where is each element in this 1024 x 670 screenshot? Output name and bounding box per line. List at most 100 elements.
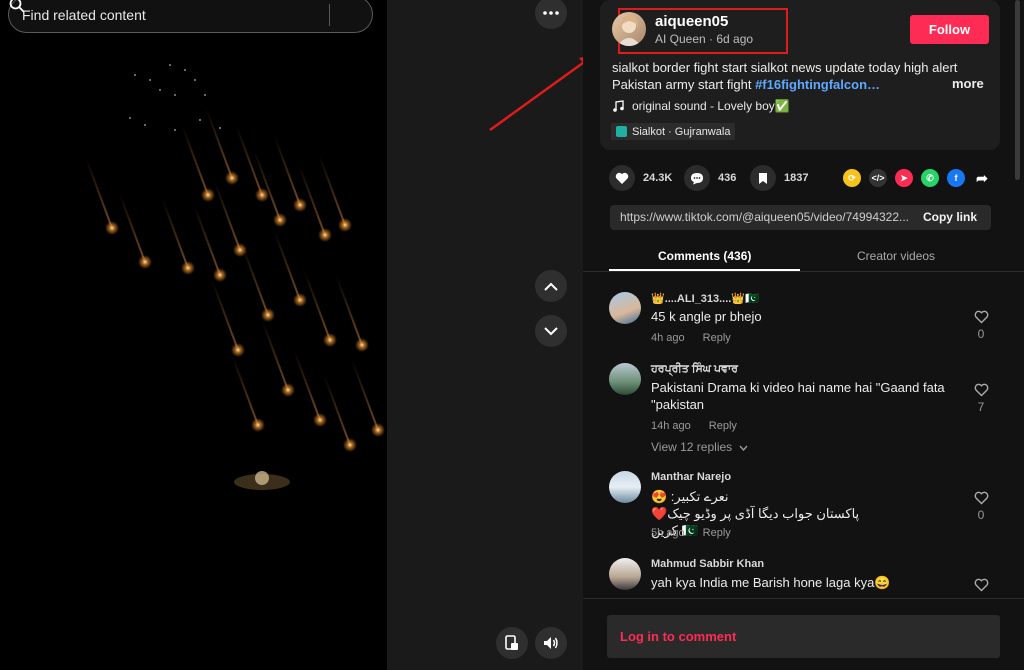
float-player-button[interactable] — [496, 627, 528, 659]
comment-stat[interactable]: 436 — [684, 165, 736, 191]
chevron-down-icon — [544, 326, 558, 335]
comment-meta: 5h ago Reply — [651, 527, 731, 539]
flare — [251, 418, 265, 432]
comment-like[interactable]: 7 — [971, 383, 991, 414]
comment-author[interactable]: Mahmud Sabbir Khan — [651, 558, 764, 570]
flare-trail — [273, 229, 301, 301]
flare — [105, 221, 119, 235]
comment-text: yah kya India me Barish hone laga kya😄 — [651, 575, 891, 590]
distant-light — [199, 119, 201, 121]
location-tag[interactable]: Sialkot · Gujranwala — [611, 123, 736, 140]
reply-button[interactable]: Reply — [709, 420, 737, 432]
author-avatar[interactable] — [612, 12, 646, 46]
flare — [181, 261, 195, 275]
save-count: 1837 — [784, 172, 809, 184]
distant-light — [149, 79, 151, 81]
distant-light — [184, 69, 186, 71]
flare-trail — [118, 191, 146, 263]
view-replies-label: View 12 replies — [651, 440, 733, 454]
comment-bubble-icon — [684, 165, 710, 191]
save-stat[interactable]: 1837 — [750, 165, 808, 191]
sound-label: original sound - Lovely boy✅ — [632, 99, 790, 113]
avatar[interactable] — [609, 471, 641, 503]
comment-like[interactable] — [971, 578, 991, 595]
view-replies-button[interactable]: View 12 replies — [651, 440, 748, 454]
sound-link[interactable]: original sound - Lovely boy✅ — [612, 99, 790, 113]
flare — [323, 333, 337, 347]
distant-light — [159, 89, 161, 91]
next-video-button[interactable] — [535, 315, 567, 347]
tab-comments[interactable]: Comments (436) — [658, 249, 751, 263]
video-caption: sialkot border fight start sialkot news … — [612, 59, 987, 93]
distant-light — [174, 94, 176, 96]
flare — [138, 255, 152, 269]
author-username[interactable]: aiqueen05 — [655, 13, 728, 30]
distant-light — [194, 79, 196, 81]
comment-like-count: 0 — [977, 327, 985, 341]
comment-meta: 14h ago Reply — [651, 420, 737, 432]
flare — [338, 218, 352, 232]
follow-button[interactable]: Follow — [910, 15, 989, 44]
caption-hashtag[interactable]: #f16fightingfalcon… — [755, 77, 880, 92]
send-to-friends-icon[interactable]: ➤ — [895, 169, 913, 187]
flare — [225, 171, 239, 185]
flare-trail — [323, 374, 351, 446]
flare — [261, 308, 275, 322]
bookmark-icon — [750, 165, 776, 191]
comment-author[interactable]: 👑....ALI_313....👑🇵🇰 — [651, 292, 759, 305]
heart-outline-icon — [974, 310, 988, 324]
flare — [355, 338, 369, 352]
video-link-bar: https://www.tiktok.com/@aiqueen05/video/… — [610, 205, 991, 230]
flare — [213, 268, 227, 282]
distant-light — [129, 117, 131, 119]
flare-trail — [261, 319, 289, 391]
comment-author[interactable]: Manthar Narejo — [651, 471, 731, 483]
flare-trail — [231, 354, 259, 426]
comment-like-count: 7 — [977, 400, 985, 414]
comment-like[interactable]: 0 — [971, 310, 991, 341]
tab-divider — [583, 271, 1024, 272]
chevron-down-icon — [738, 445, 748, 452]
facebook-icon[interactable]: f — [947, 169, 965, 187]
video-url: https://www.tiktok.com/@aiqueen05/video/… — [620, 210, 910, 224]
avatar[interactable] — [609, 292, 641, 324]
flare — [201, 188, 215, 202]
heart-outline-icon — [974, 491, 988, 505]
avatar[interactable] — [609, 363, 641, 395]
repost-icon[interactable]: ⟳ — [843, 169, 861, 187]
avatar[interactable] — [609, 558, 641, 590]
flare-trail — [193, 204, 221, 276]
login-to-comment-bar[interactable]: Log in to comment — [607, 615, 1000, 658]
location-pin-icon — [616, 126, 627, 137]
comment-text: Pakistani Drama ki video hai name hai "G… — [651, 380, 945, 412]
video-player[interactable]: Find related content — [0, 0, 387, 670]
distant-light — [174, 129, 176, 131]
comment-like[interactable]: 0 — [971, 491, 991, 522]
search-icon[interactable] — [9, 0, 372, 32]
login-to-comment-link[interactable]: Log in to comment — [620, 629, 736, 644]
distant-light — [204, 94, 206, 96]
caption-more-button[interactable]: more — [952, 76, 984, 91]
search-input[interactable]: Find related content — [9, 7, 329, 23]
copy-link-button[interactable]: Copy link — [923, 210, 977, 224]
tab-creator-videos[interactable]: Creator videos — [857, 249, 935, 263]
previous-video-button[interactable] — [535, 270, 567, 302]
comment-author[interactable]: ਹਰਪ੍ਰੀਤ ਸਿੰਘ ਪਵਾਰ — [651, 363, 738, 376]
heart-outline-icon — [974, 383, 988, 397]
embed-code-icon[interactable]: </> — [869, 169, 887, 187]
distant-light — [144, 124, 146, 126]
flare — [281, 383, 295, 397]
volume-button[interactable] — [535, 627, 567, 659]
flare — [255, 188, 269, 202]
like-stat[interactable]: 24.3K — [609, 165, 672, 191]
reply-button[interactable]: Reply — [703, 332, 731, 344]
whatsapp-icon[interactable]: ✆ — [921, 169, 939, 187]
video-frame — [85, 64, 385, 490]
flare — [371, 423, 385, 437]
panel-scrollbar[interactable] — [1015, 0, 1020, 180]
flare — [293, 293, 307, 307]
flare — [313, 413, 327, 427]
search-bar[interactable]: Find related content — [8, 0, 373, 33]
reply-button[interactable]: Reply — [703, 527, 731, 539]
share-arrow-icon[interactable]: ➦ — [973, 169, 991, 187]
